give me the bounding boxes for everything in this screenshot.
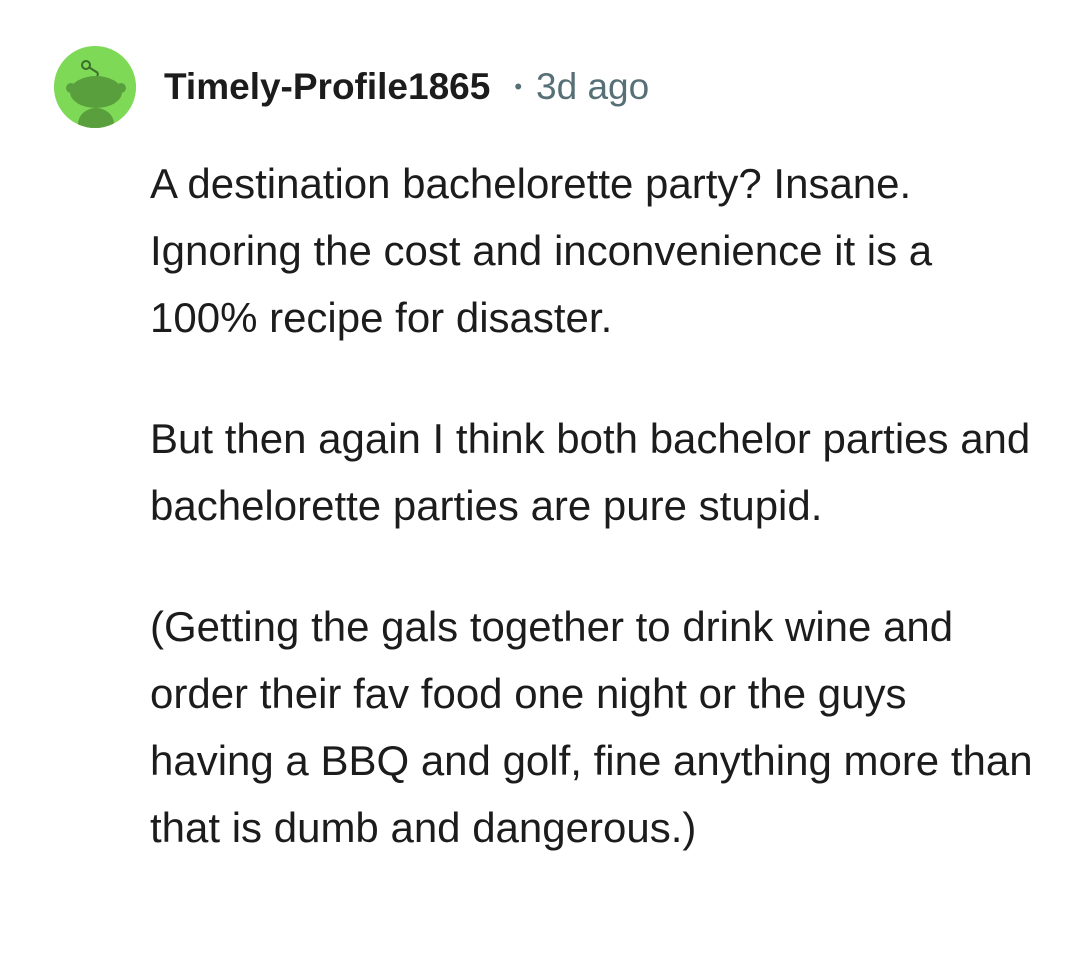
comment-paragraph: A destination bachelorette party? Insane… (150, 160, 933, 341)
comment-paragraph: (Getting the gals together to drink wine… (150, 603, 1033, 851)
comment-header: Timely-Profile1865 • 3d ago (54, 46, 649, 128)
comment-body: A destination bachelorette party? Insane… (150, 150, 1040, 861)
meta-separator: • (514, 74, 523, 99)
comment-card: Timely-Profile1865 • 3d ago A destinatio… (0, 0, 1080, 957)
comment-author[interactable]: Timely-Profile1865 (164, 66, 490, 108)
comment-paragraph: But then again I think both bachelor par… (150, 415, 1031, 529)
snoo-avatar-icon[interactable] (54, 46, 136, 128)
comment-timestamp: 3d ago (536, 66, 650, 107)
